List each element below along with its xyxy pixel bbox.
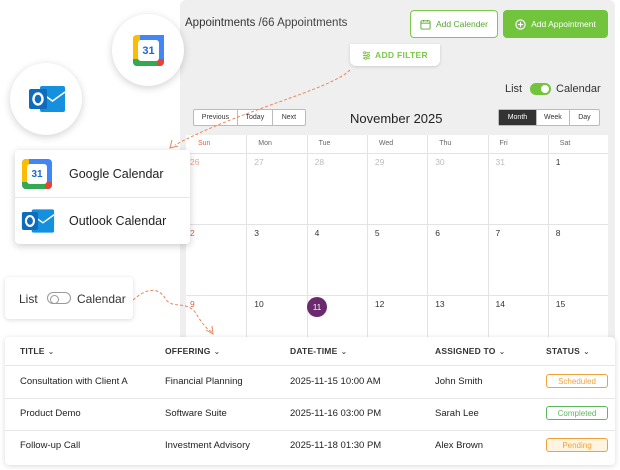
list-toggle-calendar-label: Calendar bbox=[77, 292, 126, 306]
column-header-status[interactable]: STATUS ⌄ bbox=[546, 346, 590, 356]
column-header-datetime[interactable]: DATE-TIME ⌄ bbox=[290, 346, 347, 356]
column-header-title[interactable]: TITLE ⌄ bbox=[20, 346, 55, 356]
table-cell-datetime: 2025-11-18 01:30 PM bbox=[290, 440, 382, 451]
table-cell-offering: Software Suite bbox=[165, 408, 227, 419]
column-header-assigned[interactable]: ASSIGNED TO ⌄ bbox=[435, 346, 506, 356]
table-cell-assigned: Alex Brown bbox=[435, 440, 484, 451]
table-cell-datetime: 2025-11-15 10:00 AM bbox=[290, 376, 381, 387]
column-header-offering[interactable]: OFFERING ⌄ bbox=[165, 346, 220, 356]
outlook-badge bbox=[10, 63, 82, 135]
google-calendar-icon: 31 bbox=[133, 35, 164, 66]
table-cell-offering: Financial Planning bbox=[165, 376, 243, 387]
google-calendar-icon: 31 bbox=[22, 159, 52, 189]
table-cell-assigned: Sarah Lee bbox=[435, 408, 479, 419]
table-cell-title: Follow-up Call bbox=[20, 440, 81, 451]
chevron-down-icon: ⌄ bbox=[47, 347, 55, 356]
menu-item-google-calendar[interactable]: 31 Google Calendar bbox=[15, 151, 190, 197]
status-badge: Pending bbox=[546, 438, 608, 452]
menu-item-outlook-calendar[interactable]: Outlook Calendar bbox=[15, 198, 190, 244]
outlook-icon bbox=[21, 209, 55, 233]
table-cell-title: Product Demo bbox=[20, 408, 81, 419]
list-toggle-list-label: List bbox=[19, 292, 38, 306]
status-badge: Scheduled bbox=[546, 374, 608, 388]
table-header-divider bbox=[5, 365, 615, 366]
chevron-down-icon: ⌄ bbox=[340, 347, 348, 356]
chevron-down-icon: ⌄ bbox=[498, 347, 506, 356]
table-cell-assigned: John Smith bbox=[435, 376, 483, 387]
status-badge: Completed bbox=[546, 406, 608, 420]
google-calendar-badge: 31 bbox=[112, 14, 184, 86]
outlook-icon bbox=[29, 86, 66, 112]
table-cell-offering: Investment Advisory bbox=[165, 440, 251, 451]
table-row-divider bbox=[5, 430, 615, 431]
list-toggle-switch[interactable] bbox=[47, 292, 71, 304]
table-cell-title: Consultation with Client A bbox=[20, 376, 128, 387]
chevron-down-icon: ⌄ bbox=[213, 347, 221, 356]
table-cell-datetime: 2025-11-16 03:00 PM bbox=[290, 408, 382, 419]
chevron-down-icon: ⌄ bbox=[582, 347, 590, 356]
table-row-divider bbox=[5, 398, 615, 399]
